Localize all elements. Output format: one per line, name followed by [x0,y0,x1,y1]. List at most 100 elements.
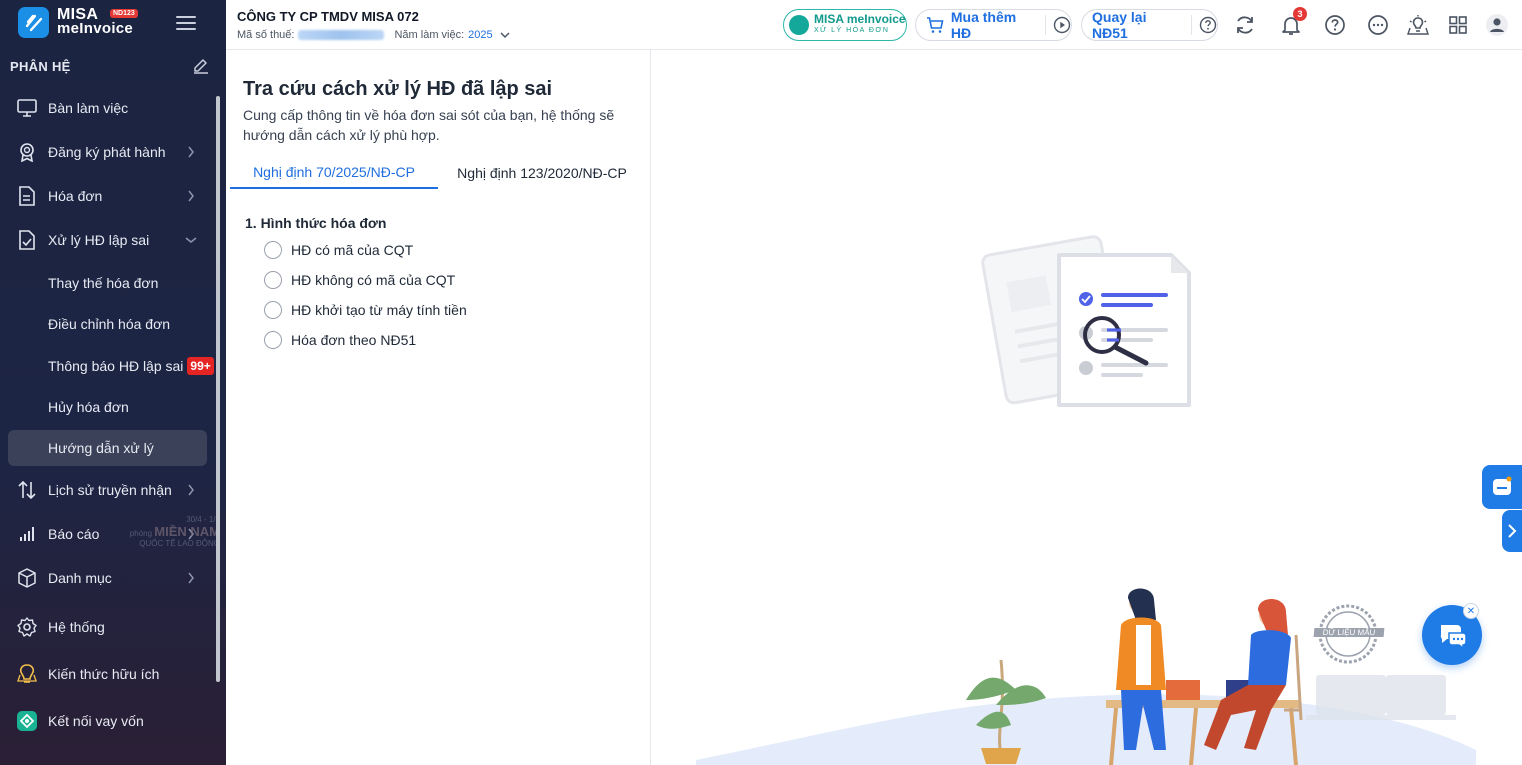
bell-icon[interactable]: 3 [1279,7,1307,37]
year-label: Năm làm việc: [394,29,465,41]
radio-label: HĐ có mã của CQT [291,242,414,258]
edit-icon[interactable] [192,57,210,75]
sidebar-item-knowledge[interactable]: Kiến thức hữu ích [8,656,207,692]
page-title: Tra cứu cách xử lý HĐ đã lập sai [243,78,553,100]
play-video-icon[interactable] [1052,15,1071,35]
brand: MISA meInvoice ND123 [0,0,226,46]
divider [1191,15,1193,35]
sidebar-item-label: Hệ thống [48,619,105,635]
help-icon[interactable] [1323,13,1347,37]
document-icon [16,185,38,207]
close-icon[interactable]: ✕ [1463,603,1479,619]
sidebar-item-fix-invoices[interactable]: Xử lý HĐ lập sai [8,222,207,258]
brand-badge: ND123 [110,9,138,18]
radio-option-nd51[interactable]: Hóa đơn theo NĐ51 [264,329,416,351]
sidebar-item-label: Hóa đơn [48,188,103,204]
sidebar-subitem-label: Điều chỉnh hóa đơn [48,316,171,332]
chevron-down-icon[interactable] [499,29,511,41]
misa-logo-icon [789,15,809,35]
sidebar-subitem-label: Hướng dẫn xử lý [48,440,154,456]
more-options-icon[interactable] [1366,13,1390,37]
help-circle-icon[interactable] [1198,15,1217,35]
monitor-icon [16,97,38,119]
misa-pill-line1: MISA meInvoice [814,12,906,26]
sidebar-subitem-adjust[interactable]: Điều chỉnh hóa đơn [8,306,207,342]
hamburger-menu-icon[interactable] [176,16,196,30]
sidebar-item-label: Bàn làm việc [48,100,129,116]
radio-button[interactable] [264,271,282,289]
tax-code-label: Mã số thuế: [237,29,295,41]
promo-prefix: phóng [129,529,153,538]
sidebar-item-label: Lịch sử truyền nhận [48,482,172,498]
misa-pill-text: MISA meInvoice XỬ LÝ HÓA ĐƠN [814,12,906,36]
company-meta: Mã số thuế: Năm làm việc: 2025 [237,29,511,41]
chevron-right-icon [1508,524,1517,538]
document-search-illustration [981,235,1191,407]
radio-button[interactable] [264,301,282,319]
sidebar-subitem-replace[interactable]: Thay thế hóa đơn [8,265,207,301]
chevron-right-icon [183,188,199,204]
bar-chart-icon [16,523,38,545]
year-select[interactable]: 2025 [468,29,492,41]
misa-pill-line2: XỬ LÝ HÓA ĐƠN [814,27,890,34]
sidebar-item-system[interactable]: Hệ thống [8,609,207,645]
buy-more-button[interactable]: Mua thêm HĐ [951,9,1035,41]
invoice-form-group-title: 1. Hình thức hóa đơn [245,215,387,231]
sidebar-subitem-guide[interactable]: Hướng dẫn xử lý [8,430,207,466]
radio-label: HĐ không có mã của CQT [291,272,456,288]
app-root: MISA meInvoice ND123 PHÂN HỆ Bàn làm việ… [0,0,1522,765]
loan-icon [16,710,38,732]
lookup-panel: Tra cứu cách xử lý HĐ đã lập sai Cung cấ… [226,50,651,765]
user-avatar-icon[interactable] [1485,13,1509,37]
radio-button[interactable] [264,241,282,259]
sidebar-subitem-error-notice[interactable]: Thông báo HĐ lập sai 99+ [8,348,214,384]
count-badge: 99+ [187,357,214,375]
sidebar-scrollbar[interactable] [216,96,220,682]
message-board-icon [1493,476,1512,495]
radio-option-cash-register[interactable]: HĐ khởi tạo từ máy tính tiền [264,299,467,321]
radio-label: Hóa đơn theo NĐ51 [291,332,417,348]
sidebar-item-label: Kết nối vay vốn [48,713,144,729]
sidebar-section-title: PHÂN HỆ [10,59,71,74]
sidebar-item-label: Danh mục [48,570,112,586]
tab-nd123-2020[interactable]: Nghị định 123/2020/NĐ-CP [438,156,646,189]
promo-line2: QUỐC TẾ LAO ĐỘNG [139,539,220,548]
sidebar-item-registration[interactable]: Đăng ký phát hành [8,134,207,170]
sidebar-item-catalog[interactable]: Danh mục [8,560,207,596]
sidebar-item-invoices[interactable]: Hóa đơn [8,178,207,214]
tab-nd70-2025[interactable]: Nghị định 70/2025/NĐ-CP [230,156,438,189]
divider [1045,15,1047,35]
feedback-button[interactable] [1482,465,1522,509]
sidebar: MISA meInvoice ND123 PHÂN HỆ Bàn làm việ… [0,0,226,765]
promo-banner: 30/4 - 1/5 phóng MIỀN NAM QUỐC TẾ LAO ĐỘ… [100,515,220,548]
check-document-icon [16,229,38,251]
misa-logo-icon [18,7,49,38]
sidebar-item-dashboard[interactable]: Bàn làm việc [8,90,207,126]
top-header: CÔNG TY CP TMDV MISA 072 Mã số thuế: Năm… [226,0,1522,50]
radio-button[interactable] [264,331,282,349]
sidebar-item-label: Kiến thức hữu ích [48,666,160,682]
box-icon [16,567,38,589]
award-icon [16,141,38,163]
lightbulb-idea-icon[interactable] [1406,13,1430,37]
company-name: CÔNG TY CP TMDV MISA 072 [237,9,419,24]
lightbulb-icon [16,663,38,685]
chat-bubble-icon [1440,625,1467,649]
sidebar-item-label: Xử lý HĐ lập sai [48,232,150,248]
sidebar-subitem-label: Hủy hóa đơn [48,399,129,415]
apps-grid-icon[interactable] [1446,13,1470,37]
radio-option-cqt-code[interactable]: HĐ có mã của CQT [264,239,413,261]
sidebar-item-label: Đăng ký phát hành [48,144,166,160]
misa-xu-ly-hoa-don-button[interactable]: MISA meInvoice XỬ LÝ HÓA ĐƠN [783,9,907,41]
sidebar-subitem-label: Thông báo HĐ lập sai [48,358,184,374]
chevron-right-icon [183,570,199,586]
back-to-nd51-button[interactable]: Quay lại NĐ51 [1092,9,1181,41]
refresh-icon[interactable] [1233,13,1257,37]
radio-option-no-cqt-code[interactable]: HĐ không có mã của CQT [264,269,455,291]
sidebar-subitem-cancel[interactable]: Hủy hóa đơn [8,389,207,425]
sidebar-item-loan[interactable]: Kết nối vay vốn [8,703,207,739]
chevron-down-icon [183,232,199,248]
sidebar-item-history[interactable]: Lịch sử truyền nhận [8,472,207,508]
sample-data-label: DỮ LIỆU MẪU [1313,628,1385,637]
expand-panel-button[interactable] [1502,510,1522,552]
